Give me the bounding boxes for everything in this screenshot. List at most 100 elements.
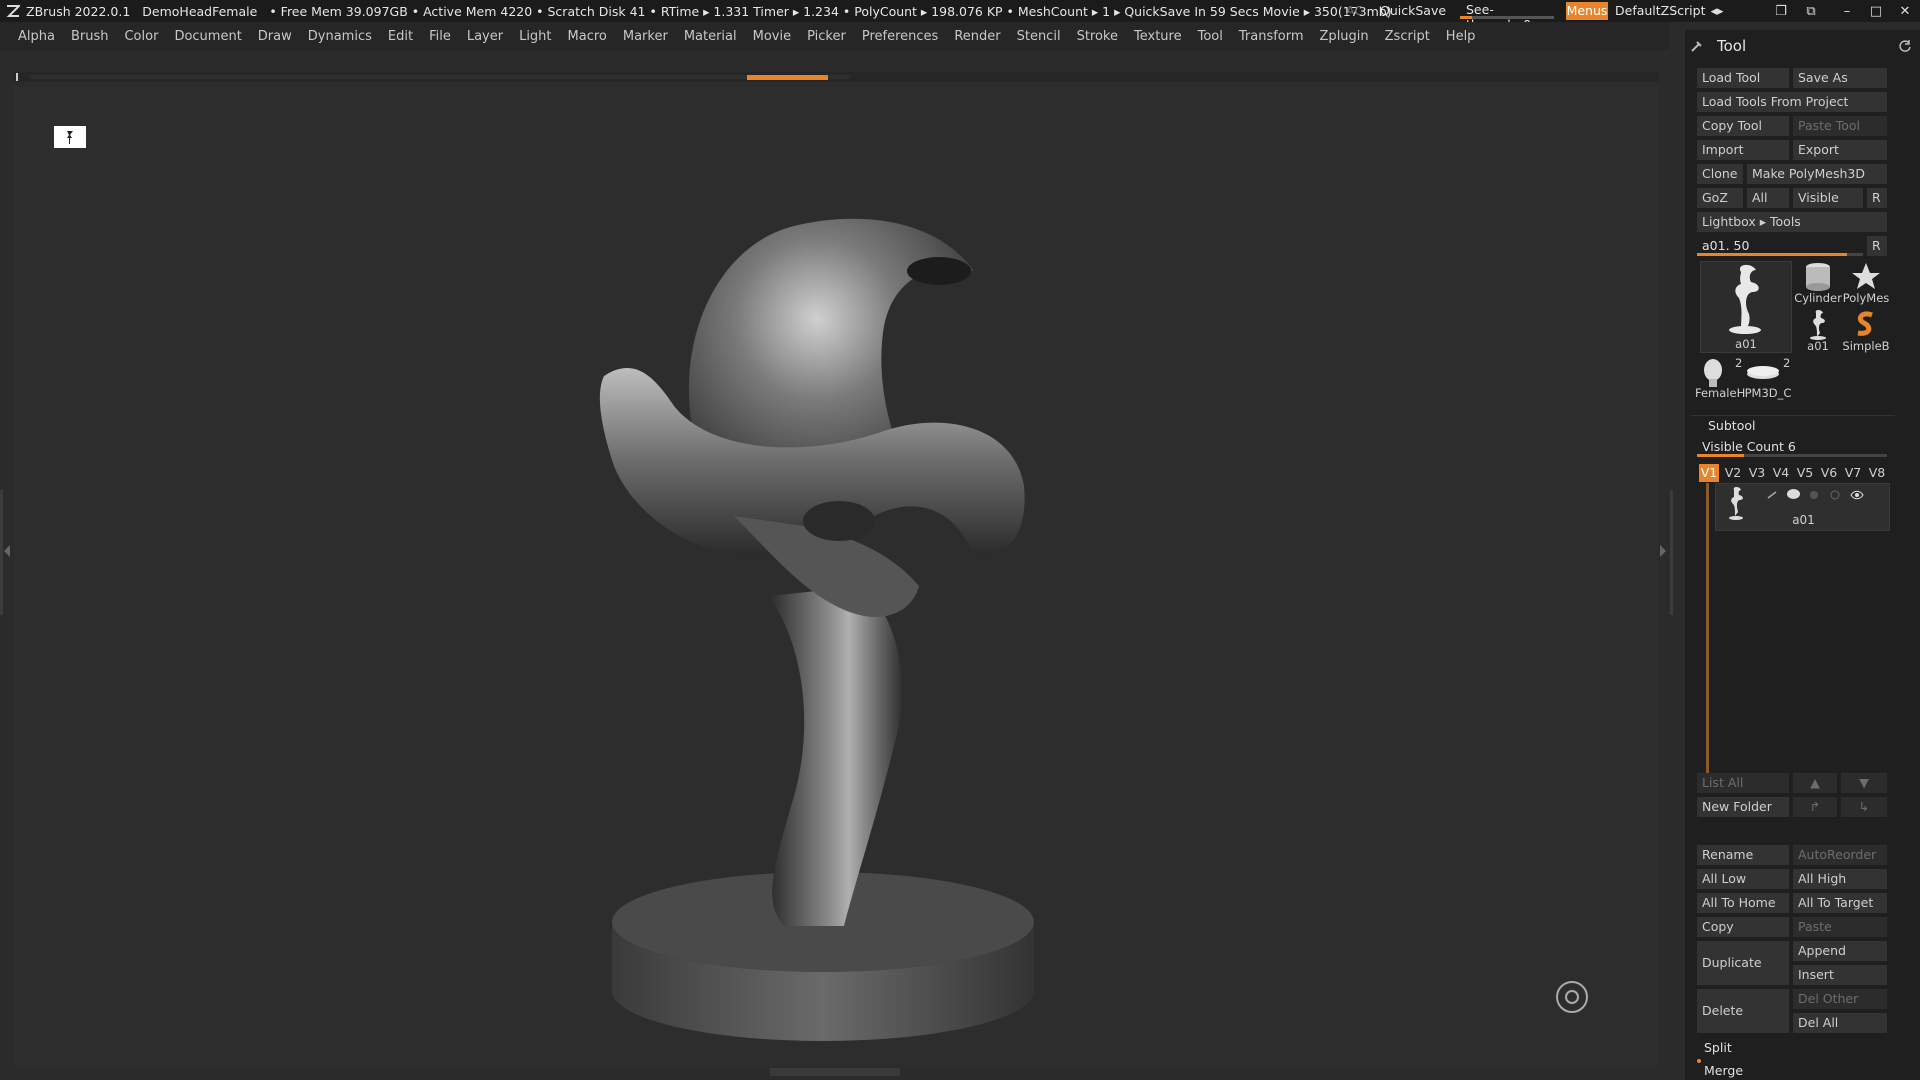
vtab-v1[interactable]: V1	[1699, 464, 1719, 482]
copy-tool-button[interactable]: Copy Tool	[1697, 116, 1789, 136]
tool-thumb-polymesh[interactable]: PolyMes	[1843, 261, 1889, 307]
menu-material[interactable]: Material	[684, 29, 737, 44]
menu-zplugin[interactable]: Zplugin	[1320, 29, 1369, 44]
ui-layout-icon[interactable]: ⧉	[1800, 0, 1822, 22]
move-out-folder-button[interactable]: ↳	[1841, 797, 1887, 817]
list-all-button[interactable]: List All	[1697, 773, 1789, 793]
menu-alpha[interactable]: Alpha	[18, 29, 55, 44]
vtab-v4[interactable]: V4	[1771, 464, 1791, 482]
vtab-v2[interactable]: V2	[1723, 464, 1743, 482]
menu-edit[interactable]: Edit	[388, 29, 413, 44]
new-folder-button[interactable]: New Folder	[1697, 797, 1789, 817]
paste-button[interactable]: Paste	[1793, 917, 1887, 937]
duplicate-button[interactable]: Duplicate	[1697, 941, 1789, 985]
menu-brush[interactable]: Brush	[71, 29, 109, 44]
move-down-button[interactable]: ▼	[1841, 773, 1887, 793]
layout-arrows-icon[interactable]: ◂▸	[1706, 0, 1728, 22]
maximize-icon[interactable]: □	[1865, 0, 1887, 22]
close-icon[interactable]: ✕	[1894, 0, 1916, 22]
split-section-header[interactable]: Split	[1704, 1040, 1732, 1055]
default-zscript-button[interactable]: DefaultZScript	[1615, 3, 1706, 18]
canvas-viewport[interactable]	[14, 86, 1658, 1066]
all-low-button[interactable]: All Low	[1697, 869, 1789, 889]
delete-button[interactable]: Delete	[1697, 989, 1789, 1033]
orbit-gizmo-icon[interactable]	[1556, 981, 1588, 1013]
tool-pin-icon[interactable]	[1689, 38, 1705, 54]
sculpture-model[interactable]	[14, 86, 1658, 1066]
subtool-header[interactable]: Subtool	[1708, 418, 1755, 433]
menu-texture[interactable]: Texture	[1134, 29, 1182, 44]
menu-document[interactable]: Document	[174, 29, 241, 44]
see-through-slider[interactable]: See-through 0	[1458, 2, 1554, 32]
refresh-icon[interactable]	[1898, 39, 1912, 53]
save-as-button[interactable]: Save As	[1793, 68, 1887, 88]
menu-file[interactable]: File	[429, 29, 451, 44]
tool-thumb-femaleh[interactable]: 2 FemaleH	[1695, 356, 1745, 402]
goz-button[interactable]: GoZ	[1697, 188, 1743, 208]
goz-all-button[interactable]: All	[1747, 188, 1789, 208]
move-up-button[interactable]: ▲	[1793, 773, 1837, 793]
menu-picker[interactable]: Picker	[807, 29, 846, 44]
right-tray-arrow-icon[interactable]	[1660, 545, 1666, 557]
subtool-scrollbar[interactable]	[1706, 483, 1709, 773]
goz-visible-button[interactable]: Visible	[1793, 188, 1863, 208]
merge-section-header[interactable]: Merge	[1704, 1063, 1743, 1078]
visible-count-slider[interactable]: Visible Count 6	[1697, 437, 1887, 457]
menu-marker[interactable]: Marker	[623, 29, 668, 44]
make-polymesh-button[interactable]: Make PolyMesh3D	[1747, 164, 1887, 184]
material-toggle-icon[interactable]	[1808, 489, 1821, 499]
del-other-button[interactable]: Del Other	[1793, 989, 1887, 1009]
clone-button[interactable]: Clone	[1697, 164, 1743, 184]
polypaint-toggle-icon[interactable]	[1787, 489, 1800, 499]
tool-thumb-cylinder[interactable]: Cylinder	[1794, 261, 1842, 307]
tool-thumb-pm3d[interactable]: 2 PM3D_C	[1745, 356, 1792, 402]
tool-thumb-a01-small[interactable]: a01	[1796, 309, 1840, 355]
menu-render[interactable]: Render	[954, 29, 1000, 44]
load-tool-button[interactable]: Load Tool	[1697, 68, 1789, 88]
menu-draw[interactable]: Draw	[258, 29, 292, 44]
all-to-home-button[interactable]: All To Home	[1697, 893, 1789, 913]
all-to-target-button[interactable]: All To Target	[1793, 893, 1887, 913]
menu-layer[interactable]: Layer	[467, 29, 503, 44]
autoreorder-button[interactable]: AutoReorder	[1793, 845, 1887, 865]
goz-r-button[interactable]: R	[1867, 188, 1887, 208]
menu-transform[interactable]: Transform	[1239, 29, 1304, 44]
left-tray-arrow-icon[interactable]	[4, 545, 10, 557]
vtab-v8[interactable]: V8	[1867, 464, 1887, 482]
minimize-icon[interactable]: –	[1836, 0, 1858, 22]
tool-thumb-a01-active[interactable]: a01	[1700, 261, 1792, 353]
tool-slider[interactable]: a01. 50	[1697, 236, 1863, 256]
tool-palette-header[interactable]: Tool	[1685, 30, 1920, 62]
menu-zscript[interactable]: Zscript	[1385, 29, 1430, 44]
lightbox-tools-button[interactable]: Lightbox ▸ Tools	[1697, 212, 1887, 232]
menu-stroke[interactable]: Stroke	[1077, 29, 1118, 44]
tool-thumb-simpleb[interactable]: SimpleB	[1842, 309, 1890, 355]
export-button[interactable]: Export	[1793, 140, 1887, 160]
menu-color[interactable]: Color	[124, 29, 158, 44]
paste-tool-button[interactable]: Paste Tool	[1793, 116, 1887, 136]
shelf-active-segment[interactable]	[747, 75, 828, 80]
top-shelf[interactable]	[14, 72, 1659, 82]
del-all-button[interactable]: Del All	[1793, 1013, 1887, 1033]
menu-tool[interactable]: Tool	[1198, 29, 1223, 44]
insert-button[interactable]: Insert	[1793, 965, 1887, 985]
menu-light[interactable]: Light	[519, 29, 551, 44]
menu-dynamics[interactable]: Dynamics	[308, 29, 372, 44]
quicksave-button[interactable]: QuickSave	[1380, 3, 1446, 18]
window-layout-icon[interactable]: ❐	[1770, 0, 1792, 22]
move-into-folder-button[interactable]: ↱	[1793, 797, 1837, 817]
subtool-item-a01[interactable]: a01	[1715, 483, 1890, 531]
all-high-button[interactable]: All High	[1793, 869, 1887, 889]
vtab-v3[interactable]: V3	[1747, 464, 1767, 482]
brush-mode-icon[interactable]	[1766, 489, 1779, 499]
tool-slider-r-button[interactable]: R	[1867, 236, 1887, 256]
vtab-v5[interactable]: V5	[1795, 464, 1815, 482]
copy-button[interactable]: Copy	[1697, 917, 1789, 937]
eye-visibility-icon[interactable]	[1850, 489, 1864, 500]
menu-macro[interactable]: Macro	[568, 29, 607, 44]
load-tools-from-project-button[interactable]: Load Tools From Project	[1697, 92, 1887, 112]
menu-preferences[interactable]: Preferences	[862, 29, 938, 44]
append-button[interactable]: Append	[1793, 941, 1887, 961]
import-button[interactable]: Import	[1697, 140, 1789, 160]
transparency-toggle-icon[interactable]	[1829, 489, 1842, 500]
